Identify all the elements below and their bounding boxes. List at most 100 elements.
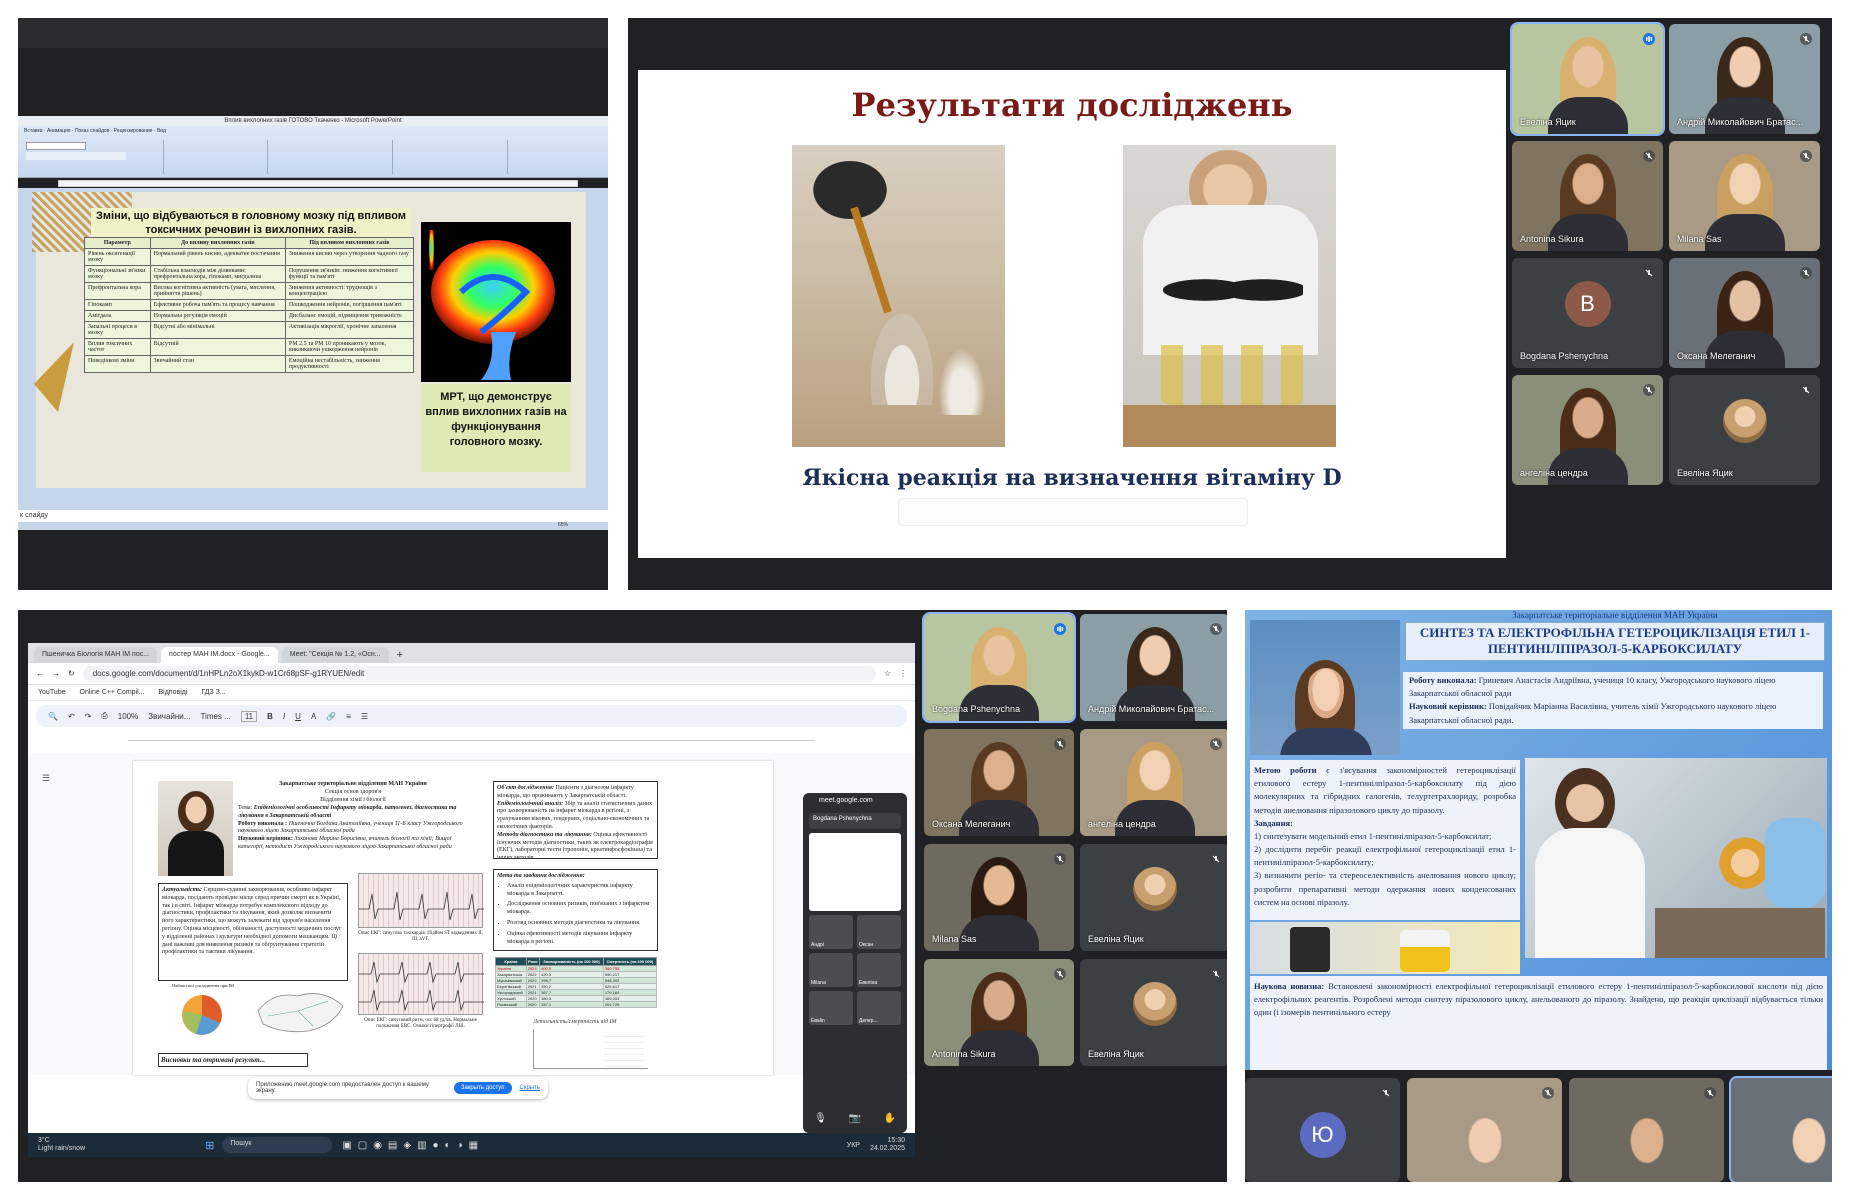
hand-icon[interactable]: ✋ bbox=[883, 1113, 895, 1124]
zoom-select[interactable]: 100% bbox=[118, 712, 138, 721]
wooden-table bbox=[1123, 405, 1336, 447]
table-cell: Порушення зв'язків: зниження когнітивної… bbox=[284, 265, 415, 283]
outline-icon[interactable]: ☰ bbox=[42, 773, 50, 784]
ppt-slide-canvas[interactable]: Зміни, що відбуваються в головному мозку… bbox=[18, 188, 608, 510]
participant-tile[interactable]: ангеліна цендра bbox=[1512, 375, 1663, 485]
windows-taskbar[interactable]: 3°C Light rain/snow ⊞ Пошук ▣▢◉▤◈▥●◐◑▦ У… bbox=[28, 1133, 915, 1157]
participant-tile[interactable]: Андрій Миколайович Братас... bbox=[1080, 614, 1227, 721]
participant-tile[interactable]: Bogdana Pshenychna bbox=[922, 612, 1076, 723]
back-icon[interactable]: ← bbox=[36, 669, 44, 678]
docs-canvas[interactable]: Закарпатське територіальне відділення МА… bbox=[28, 753, 915, 1075]
ribbon-tabs[interactable]: Вставка · Анимация · Показ слайдов · Рец… bbox=[18, 126, 608, 136]
participant-tile[interactable]: Ю bbox=[1245, 1078, 1400, 1182]
bookmark-gdz[interactable]: ГДЗ З... bbox=[201, 689, 225, 696]
undo-icon[interactable]: ↶ bbox=[68, 712, 75, 721]
participant-tile[interactable]: Евеліна Яцик bbox=[1669, 375, 1820, 485]
ribbon-paragraph-group[interactable] bbox=[168, 140, 268, 174]
font-size-field[interactable]: 11 bbox=[240, 710, 258, 722]
bookmarks-bar[interactable]: YouTube Online C++ Compil... Відповіді Г… bbox=[28, 685, 915, 701]
chrome-browser[interactable]: Пшеничка Біологія МАН ІМ пос... постер М… bbox=[28, 643, 915, 1133]
ribbon-arrange-group[interactable] bbox=[398, 140, 508, 174]
participant-tile[interactable]: Евеліна Яцик bbox=[1080, 844, 1227, 951]
bookmark-answers[interactable]: Відповіді bbox=[159, 689, 188, 696]
sample-vials-photo bbox=[1250, 922, 1520, 974]
camera-icon[interactable]: 📷 bbox=[849, 1113, 861, 1124]
theme-text: Епідеміологічні особливості Інфаркту міо… bbox=[238, 805, 457, 819]
meet-window-docs-share[interactable]: Пшеничка Біологія МАН ІМ пос... постер М… bbox=[18, 610, 1227, 1182]
slide-brain-effects[interactable]: Зміни, що відбуваються в головному мозку… bbox=[32, 192, 586, 488]
slide-subtitle: Якісна реакція на визначення вітаміну D bbox=[802, 465, 1342, 491]
mic-icon[interactable]: 🎙 bbox=[814, 1113, 827, 1124]
clock[interactable]: 15:30 24.02.2025 bbox=[870, 1137, 905, 1152]
menu-icon[interactable]: ⋮ bbox=[899, 669, 907, 678]
ppt-ribbon[interactable]: Вставка · Анимация · Показ слайдов · Рец… bbox=[18, 126, 608, 178]
font-select[interactable]: Times ... bbox=[200, 712, 230, 721]
forward-icon[interactable]: → bbox=[52, 669, 60, 678]
browser-tabs[interactable]: Пшеничка Біологія МАН ІМ пос... постер М… bbox=[28, 643, 915, 663]
language-indicator[interactable]: УКР bbox=[847, 1142, 860, 1149]
participant-tile[interactable] bbox=[1729, 1076, 1832, 1182]
reload-icon[interactable]: ↻ bbox=[68, 669, 75, 678]
meet-picture-in-picture[interactable]: meet.google.com Bogdana Pshenychna Андрі… bbox=[803, 793, 907, 1133]
popup-controls[interactable]: 🎙 📷 ✋ bbox=[803, 1103, 907, 1133]
meet-window-slide-share[interactable]: Результати досліджень Якісна реакція на … bbox=[628, 18, 1832, 590]
participant-tile[interactable]: Оксана Мелеганич bbox=[1669, 258, 1820, 368]
url-field[interactable]: docs.google.com/document/d/1nHPLn2oX1kyk… bbox=[82, 665, 876, 682]
new-tab-icon[interactable]: + bbox=[393, 647, 407, 663]
hide-button[interactable]: Скрыть bbox=[520, 1085, 540, 1091]
participant-face bbox=[1136, 635, 1174, 681]
print-icon[interactable]: ⎙ bbox=[101, 711, 107, 721]
participant-tile[interactable]: Андрій Миколайович Братас... bbox=[1669, 24, 1820, 134]
author-photo bbox=[158, 781, 233, 876]
participant-tile[interactable]: Antonina Sikura bbox=[924, 959, 1074, 1066]
search-menu-icon[interactable]: 🔍 bbox=[48, 712, 58, 721]
participant-tile[interactable]: Milana Sas bbox=[1669, 141, 1820, 251]
taskbar-app-icons[interactable]: ▣▢◉▤◈▥●◐◑▦ bbox=[342, 1140, 484, 1151]
mic-muted-icon bbox=[1054, 967, 1066, 980]
tab-poster-doc[interactable]: постер МАН ІМ.docx - Google... bbox=[161, 647, 278, 663]
bold-icon[interactable]: B bbox=[267, 712, 273, 721]
popup-tile-name: Оксан bbox=[859, 942, 874, 948]
tab-meet[interactable]: Meet: "Секція № 1.2, «Осн... bbox=[281, 647, 389, 663]
doc-page[interactable]: Закарпатське територіальне відділення МА… bbox=[133, 761, 773, 1075]
list-icon[interactable]: ☰ bbox=[361, 712, 368, 721]
participant-face bbox=[1568, 163, 1607, 210]
gloves bbox=[1163, 265, 1303, 315]
link-icon[interactable]: 🔗 bbox=[326, 712, 336, 721]
zoom-level[interactable]: 65% bbox=[558, 522, 568, 528]
italic-icon[interactable]: I bbox=[283, 712, 285, 721]
participant-tile[interactable]: ангеліна цендра bbox=[1080, 729, 1227, 836]
start-icon[interactable]: ⊞ bbox=[205, 1139, 214, 1152]
screen-share-tile-powerpoint[interactable]: Вплив вихлопних газів ГОТОВО Ткаченко - … bbox=[18, 18, 608, 590]
task-item: Дослідження основних ризиків, пов'язаних… bbox=[507, 901, 654, 917]
weather-widget[interactable]: 3°C Light rain/snow bbox=[38, 1137, 85, 1152]
taskbar-search[interactable]: Пошук bbox=[222, 1137, 333, 1153]
table-row: Функціональні зв'язки мозку Стабільна вза… bbox=[84, 265, 415, 283]
text-color-icon[interactable]: A bbox=[311, 712, 316, 721]
align-icon[interactable]: ≡ bbox=[346, 712, 351, 721]
bookmark-cpp[interactable]: Online C++ Compil... bbox=[80, 689, 145, 696]
docs-toolbar[interactable]: 🔍 ↶ ↷ ⎙ 100% Звичайни... Times ... 11 B … bbox=[36, 705, 907, 727]
participant-tile[interactable]: Milana Sas bbox=[924, 844, 1074, 951]
style-select[interactable]: Звичайни... bbox=[148, 712, 190, 721]
underline-icon[interactable]: U bbox=[295, 712, 301, 721]
bookmark-youtube[interactable]: YouTube bbox=[38, 689, 66, 696]
star-icon[interactable]: ☆ bbox=[884, 669, 891, 678]
meet-window-poster-share[interactable]: Закарпатське територіальне відділення МА… bbox=[1245, 610, 1832, 1182]
participant-tile[interactable] bbox=[1569, 1078, 1724, 1182]
address-bar-row[interactable]: ← → ↻ docs.google.com/document/d/1nHPLn2… bbox=[28, 663, 915, 685]
stop-sharing-button[interactable]: Закрыть доступ bbox=[453, 1082, 512, 1094]
mic-muted-icon bbox=[1800, 32, 1812, 45]
participant-tile[interactable]: B Bogdana Pshenychna bbox=[1512, 258, 1663, 368]
redo-icon[interactable]: ↷ bbox=[85, 712, 92, 721]
participant-tile[interactable]: Antonina Sikura bbox=[1512, 141, 1663, 251]
participant-tile[interactable] bbox=[1407, 1078, 1562, 1182]
participant-tile[interactable]: Евеліна Яцик bbox=[1080, 959, 1227, 1066]
ribbon-drawing-group[interactable] bbox=[273, 140, 393, 174]
participant-tile[interactable]: Оксана Мелеганич bbox=[924, 729, 1074, 836]
participant-tile[interactable]: Евеліна Яцик bbox=[1510, 22, 1665, 136]
ribbon-font-group[interactable] bbox=[24, 140, 164, 174]
popup-tile: Еваlin bbox=[809, 991, 853, 1025]
tab-biology[interactable]: Пшеничка Біологія МАН ІМ пос... bbox=[34, 647, 158, 663]
slide-results[interactable]: Результати досліджень Якісна реакція на … bbox=[638, 70, 1506, 558]
